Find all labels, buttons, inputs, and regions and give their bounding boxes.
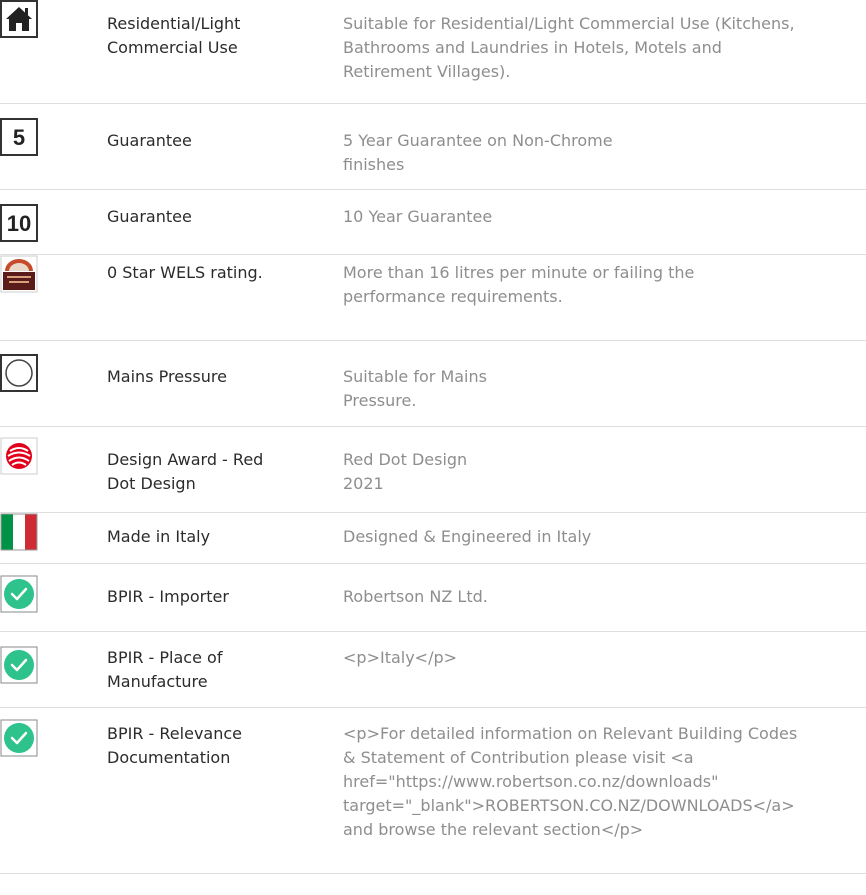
- feature-description: Red Dot Design 2021: [343, 450, 468, 493]
- feature-label: Design Award - Red Dot Design: [107, 450, 264, 493]
- feature-description: 10 Year Guarantee: [343, 207, 493, 226]
- feature-label: 0 Star WELS rating.: [107, 263, 263, 282]
- feature-row: BPIR - Place of Manufacture <p>Italy</p>: [0, 632, 866, 708]
- feature-row: Made in Italy Designed & Engineered in I…: [0, 513, 866, 564]
- features-list: Residential/Light Commercial Use Suitabl…: [0, 0, 866, 874]
- feature-row: Residential/Light Commercial Use Suitabl…: [0, 0, 866, 104]
- feature-row: BPIR - Relevance Documentation <p>For de…: [0, 708, 866, 874]
- checkmark-icon: [0, 575, 38, 613]
- feature-row: Design Award - Red Dot Design Red Dot De…: [0, 427, 866, 513]
- feature-row: 5 Guarantee 5 Year Guarantee on Non-Chro…: [0, 104, 866, 190]
- feature-label: Guarantee: [107, 207, 192, 226]
- house-icon: [0, 0, 38, 38]
- svg-text:5: 5: [13, 125, 25, 150]
- feature-row: Mains Pressure Suitable for Mains Pressu…: [0, 341, 866, 427]
- feature-description: 5 Year Guarantee on Non-Chrome finishes: [343, 131, 613, 174]
- feature-label: BPIR - Importer: [107, 587, 229, 606]
- svg-text:10: 10: [7, 211, 31, 236]
- feature-description: Suitable for Mains Pressure.: [343, 367, 487, 410]
- mains-pressure-icon: [0, 354, 38, 392]
- feature-description: Designed & Engineered in Italy: [343, 527, 592, 546]
- feature-row: BPIR - Importer Robertson NZ Ltd.: [0, 564, 866, 632]
- feature-label: BPIR - Relevance Documentation: [107, 724, 242, 767]
- feature-description: Robertson NZ Ltd.: [343, 587, 488, 606]
- feature-description: More than 16 litres per minute or failin…: [343, 263, 695, 306]
- wels-rating-icon: [0, 255, 38, 293]
- five-year-guarantee-icon: 5: [0, 118, 38, 156]
- feature-description: <p>Italy</p>: [343, 648, 458, 667]
- feature-label: Made in Italy: [107, 527, 211, 546]
- feature-label: Mains Pressure: [107, 367, 227, 386]
- feature-row: 10 Guarantee 10 Year Guarantee: [0, 190, 866, 255]
- feature-row: 0 Star WELS rating. More than 16 litres …: [0, 255, 866, 341]
- feature-label: BPIR - Place of Manufacture: [107, 648, 223, 691]
- feature-description: Suitable for Residential/Light Commercia…: [343, 14, 795, 81]
- checkmark-icon: [0, 646, 38, 684]
- checkmark-icon: [0, 719, 38, 757]
- italy-flag-icon: [0, 513, 38, 551]
- feature-description: <p>For detailed information on Relevant …: [343, 724, 798, 839]
- feature-label: Residential/Light Commercial Use: [107, 14, 241, 57]
- feature-label: Guarantee: [107, 131, 192, 150]
- ten-year-guarantee-icon: 10: [0, 204, 38, 242]
- red-dot-award-icon: [0, 437, 38, 475]
